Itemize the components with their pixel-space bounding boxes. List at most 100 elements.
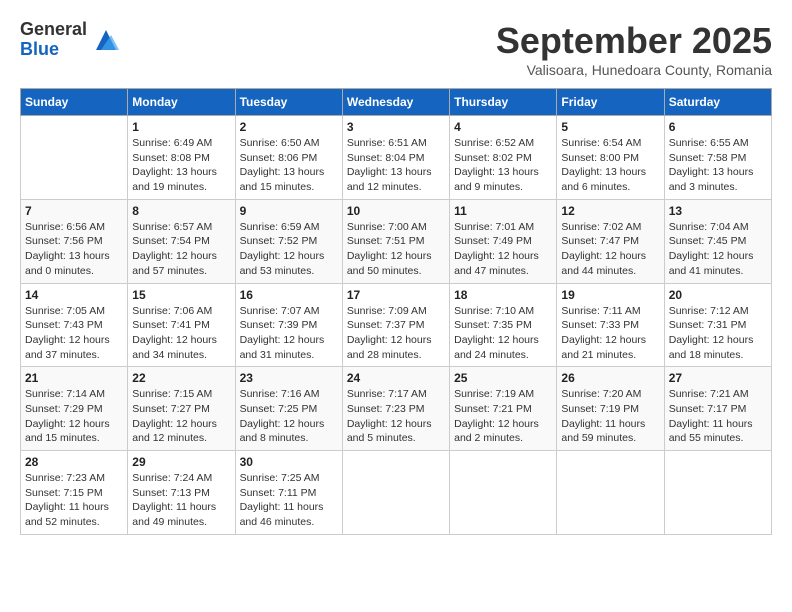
day-number: 1 <box>132 120 230 134</box>
calendar-week-row: 21 Sunrise: 7:14 AM Sunset: 7:29 PM Dayli… <box>21 367 772 451</box>
day-detail: Sunrise: 7:12 AM Sunset: 7:31 PM Dayligh… <box>669 304 767 363</box>
month-title: September 2025 <box>496 20 772 62</box>
weekday-header: Sunday <box>21 89 128 116</box>
calendar-cell: 30Sunrise: 7:25 AM Sunset: 7:11 PM Dayli… <box>235 451 342 535</box>
calendar-cell: 2 Sunrise: 6:50 AM Sunset: 8:06 PM Daylig… <box>235 116 342 200</box>
day-detail: Sunrise: 7:24 AM Sunset: 7:13 PM Dayligh… <box>132 471 230 530</box>
day-number: 9 <box>240 204 338 218</box>
day-detail: Sunrise: 7:25 AM Sunset: 7:11 PM Dayligh… <box>240 471 338 530</box>
calendar-cell: 4 Sunrise: 6:52 AM Sunset: 8:02 PM Daylig… <box>450 116 557 200</box>
day-number: 3 <box>347 120 445 134</box>
calendar-cell: 7Sunrise: 6:56 AM Sunset: 7:56 PM Daylig… <box>21 199 128 283</box>
day-number: 19 <box>561 288 659 302</box>
day-number: 27 <box>669 371 767 385</box>
day-number: 11 <box>454 204 552 218</box>
calendar-week-row: 28 Sunrise: 7:23 AM Sunset: 7:15 PM Dayli… <box>21 451 772 535</box>
day-number: 28 <box>25 455 123 469</box>
day-number: 6 <box>669 120 767 134</box>
calendar-cell: 16Sunrise: 7:07 AM Sunset: 7:39 PM Dayli… <box>235 283 342 367</box>
calendar-cell: 24 Sunrise: 7:17 AM Sunset: 7:23 PM Dayli… <box>342 367 449 451</box>
day-detail: Sunrise: 6:49 AM Sunset: 8:08 PM Dayligh… <box>132 136 230 195</box>
day-detail: Sunrise: 7:02 AM Sunset: 7:47 PM Dayligh… <box>561 220 659 279</box>
day-number: 7 <box>25 204 123 218</box>
location: Valisoara, Hunedoara County, Romania <box>496 62 772 78</box>
day-detail: Sunrise: 7:06 AM Sunset: 7:41 PM Dayligh… <box>132 304 230 363</box>
calendar-week-row: 7Sunrise: 6:56 AM Sunset: 7:56 PM Daylig… <box>21 199 772 283</box>
calendar-cell: 11 Sunrise: 7:01 AM Sunset: 7:49 PM Dayli… <box>450 199 557 283</box>
weekday-header: Tuesday <box>235 89 342 116</box>
day-number: 10 <box>347 204 445 218</box>
logo: General Blue <box>20 20 121 60</box>
day-number: 15 <box>132 288 230 302</box>
calendar-cell: 9 Sunrise: 6:59 AM Sunset: 7:52 PM Daylig… <box>235 199 342 283</box>
day-number: 8 <box>132 204 230 218</box>
calendar-cell: 15 Sunrise: 7:06 AM Sunset: 7:41 PM Dayli… <box>128 283 235 367</box>
day-detail: Sunrise: 7:20 AM Sunset: 7:19 PM Dayligh… <box>561 387 659 446</box>
calendar-cell <box>664 451 771 535</box>
calendar-cell: 14 Sunrise: 7:05 AM Sunset: 7:43 PM Dayli… <box>21 283 128 367</box>
day-detail: Sunrise: 7:00 AM Sunset: 7:51 PM Dayligh… <box>347 220 445 279</box>
calendar-week-row: 14 Sunrise: 7:05 AM Sunset: 7:43 PM Dayli… <box>21 283 772 367</box>
day-detail: Sunrise: 6:54 AM Sunset: 8:00 PM Dayligh… <box>561 136 659 195</box>
calendar-cell: 29 Sunrise: 7:24 AM Sunset: 7:13 PM Dayli… <box>128 451 235 535</box>
weekday-header: Wednesday <box>342 89 449 116</box>
day-number: 13 <box>669 204 767 218</box>
day-detail: Sunrise: 7:23 AM Sunset: 7:15 PM Dayligh… <box>25 471 123 530</box>
calendar-cell <box>450 451 557 535</box>
day-detail: Sunrise: 6:57 AM Sunset: 7:54 PM Dayligh… <box>132 220 230 279</box>
day-number: 29 <box>132 455 230 469</box>
calendar-cell: 27 Sunrise: 7:21 AM Sunset: 7:17 PM Dayli… <box>664 367 771 451</box>
calendar-week-row: 1 Sunrise: 6:49 AM Sunset: 8:08 PM Daylig… <box>21 116 772 200</box>
calendar-cell <box>557 451 664 535</box>
calendar-cell <box>342 451 449 535</box>
day-detail: Sunrise: 7:11 AM Sunset: 7:33 PM Dayligh… <box>561 304 659 363</box>
header-row: SundayMondayTuesdayWednesdayThursdayFrid… <box>21 89 772 116</box>
day-detail: Sunrise: 7:21 AM Sunset: 7:17 PM Dayligh… <box>669 387 767 446</box>
day-number: 21 <box>25 371 123 385</box>
logo-icon <box>91 25 121 55</box>
day-number: 18 <box>454 288 552 302</box>
day-detail: Sunrise: 7:07 AM Sunset: 7:39 PM Dayligh… <box>240 304 338 363</box>
weekday-header: Friday <box>557 89 664 116</box>
day-detail: Sunrise: 7:16 AM Sunset: 7:25 PM Dayligh… <box>240 387 338 446</box>
day-detail: Sunrise: 6:59 AM Sunset: 7:52 PM Dayligh… <box>240 220 338 279</box>
calendar-cell: 10 Sunrise: 7:00 AM Sunset: 7:51 PM Dayli… <box>342 199 449 283</box>
calendar-cell: 18Sunrise: 7:10 AM Sunset: 7:35 PM Dayli… <box>450 283 557 367</box>
day-number: 20 <box>669 288 767 302</box>
calendar-cell: 19 Sunrise: 7:11 AM Sunset: 7:33 PM Dayli… <box>557 283 664 367</box>
day-detail: Sunrise: 7:01 AM Sunset: 7:49 PM Dayligh… <box>454 220 552 279</box>
calendar-cell: 8 Sunrise: 6:57 AM Sunset: 7:54 PM Daylig… <box>128 199 235 283</box>
day-detail: Sunrise: 7:05 AM Sunset: 7:43 PM Dayligh… <box>25 304 123 363</box>
day-detail: Sunrise: 7:09 AM Sunset: 7:37 PM Dayligh… <box>347 304 445 363</box>
day-number: 14 <box>25 288 123 302</box>
day-number: 22 <box>132 371 230 385</box>
calendar-cell: 3Sunrise: 6:51 AM Sunset: 8:04 PM Daylig… <box>342 116 449 200</box>
day-detail: Sunrise: 7:17 AM Sunset: 7:23 PM Dayligh… <box>347 387 445 446</box>
day-number: 2 <box>240 120 338 134</box>
calendar-table: SundayMondayTuesdayWednesdayThursdayFrid… <box>20 88 772 535</box>
day-number: 5 <box>561 120 659 134</box>
weekday-header: Thursday <box>450 89 557 116</box>
logo-blue: Blue <box>20 40 87 60</box>
calendar-cell: 25 Sunrise: 7:19 AM Sunset: 7:21 PM Dayli… <box>450 367 557 451</box>
day-detail: Sunrise: 7:15 AM Sunset: 7:27 PM Dayligh… <box>132 387 230 446</box>
day-number: 25 <box>454 371 552 385</box>
page-header: General Blue September 2025 Valisoara, H… <box>20 20 772 78</box>
calendar-cell <box>21 116 128 200</box>
day-number: 4 <box>454 120 552 134</box>
calendar-cell: 6 Sunrise: 6:55 AM Sunset: 7:58 PM Daylig… <box>664 116 771 200</box>
day-detail: Sunrise: 6:50 AM Sunset: 8:06 PM Dayligh… <box>240 136 338 195</box>
calendar-cell: 28 Sunrise: 7:23 AM Sunset: 7:15 PM Dayli… <box>21 451 128 535</box>
calendar-cell: 1 Sunrise: 6:49 AM Sunset: 8:08 PM Daylig… <box>128 116 235 200</box>
calendar-cell: 21 Sunrise: 7:14 AM Sunset: 7:29 PM Dayli… <box>21 367 128 451</box>
logo-general: General <box>20 20 87 40</box>
calendar-cell: 17Sunrise: 7:09 AM Sunset: 7:37 PM Dayli… <box>342 283 449 367</box>
calendar-cell: 5 Sunrise: 6:54 AM Sunset: 8:00 PM Daylig… <box>557 116 664 200</box>
day-detail: Sunrise: 7:19 AM Sunset: 7:21 PM Dayligh… <box>454 387 552 446</box>
day-detail: Sunrise: 6:55 AM Sunset: 7:58 PM Dayligh… <box>669 136 767 195</box>
day-detail: Sunrise: 6:52 AM Sunset: 8:02 PM Dayligh… <box>454 136 552 195</box>
day-detail: Sunrise: 7:04 AM Sunset: 7:45 PM Dayligh… <box>669 220 767 279</box>
calendar-cell: 13 Sunrise: 7:04 AM Sunset: 7:45 PM Dayli… <box>664 199 771 283</box>
day-detail: Sunrise: 7:14 AM Sunset: 7:29 PM Dayligh… <box>25 387 123 446</box>
day-number: 24 <box>347 371 445 385</box>
